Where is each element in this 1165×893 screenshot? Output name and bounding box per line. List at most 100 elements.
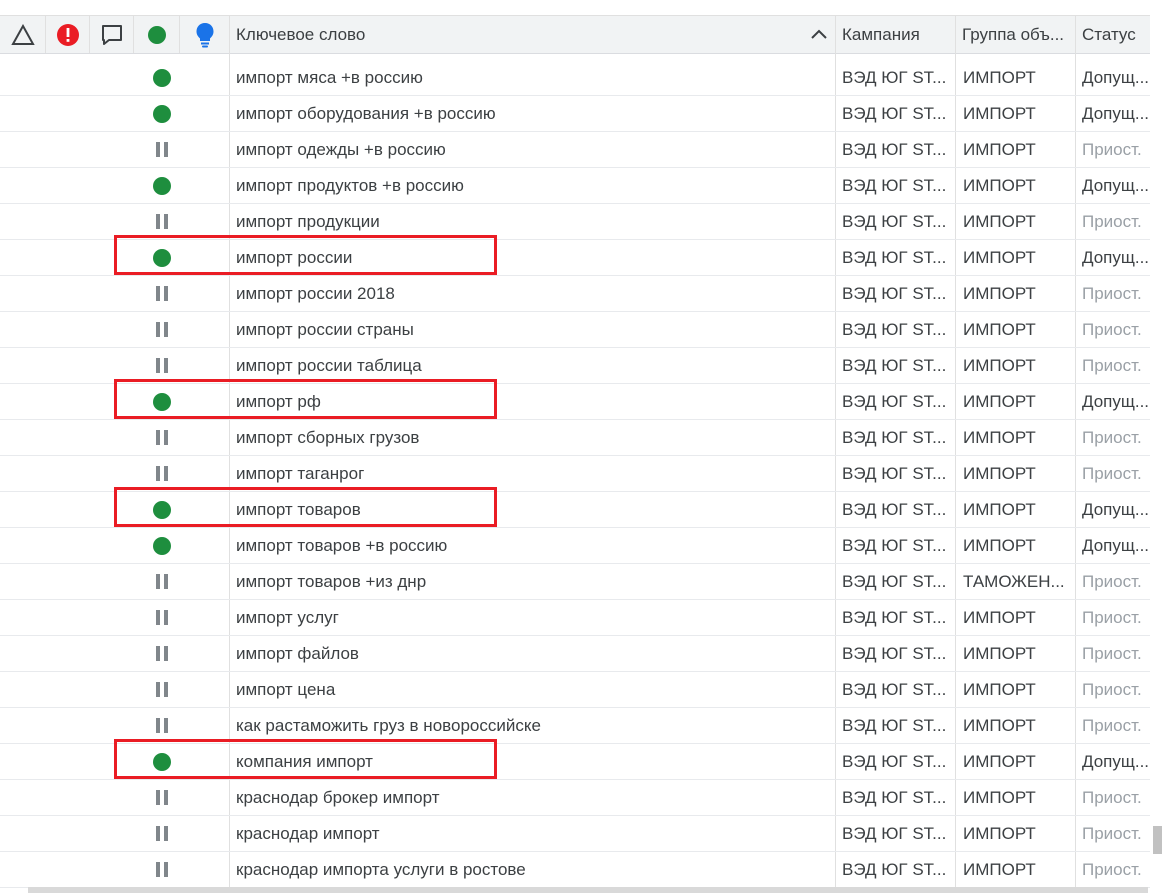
campaign-cell: ВЭД ЮГ ST... bbox=[842, 211, 947, 231]
ad-group-cell: ИМПОРТ bbox=[963, 499, 1036, 519]
chevron-up-icon[interactable] bbox=[809, 26, 829, 42]
campaign-cell: ВЭД ЮГ ST... bbox=[842, 787, 947, 807]
table-row[interactable]: импорт услуг ВЭД ЮГ ST... ИМПОРТ Приост. bbox=[0, 600, 1150, 636]
comment-icon bbox=[101, 24, 122, 45]
row-status-cell[interactable] bbox=[140, 528, 184, 563]
campaign-cell: ВЭД ЮГ ST... bbox=[842, 247, 947, 267]
row-status-cell[interactable] bbox=[140, 204, 184, 239]
idea-column-header[interactable] bbox=[180, 16, 230, 53]
ad-group-cell: ИМПОРТ bbox=[963, 283, 1036, 303]
table-row[interactable]: импорт товаров +из днр ВЭД ЮГ ST... ТАМОЖЕ… bbox=[0, 564, 1150, 600]
row-status-cell[interactable] bbox=[140, 132, 184, 167]
ad-group-header-label: Группа объ... bbox=[962, 24, 1065, 44]
campaign-cell: ВЭД ЮГ ST... bbox=[842, 751, 947, 771]
horizontal-scrollbar[interactable] bbox=[28, 887, 1148, 893]
table-row[interactable]: импорт цена ВЭД ЮГ ST... ИМПОРТ Приост. bbox=[0, 672, 1150, 708]
row-status-cell[interactable] bbox=[140, 276, 184, 311]
ad-group-cell: ИМПОРТ bbox=[963, 355, 1036, 375]
table-row[interactable]: импорт мяса +в россию ВЭД ЮГ ST... ИМПОРТ Д… bbox=[0, 60, 1150, 96]
keyword-cell: импорт россии 2018 bbox=[236, 283, 395, 303]
ad-group-cell: ИМПОРТ bbox=[963, 751, 1036, 771]
status-text-cell: Допущ... bbox=[1082, 535, 1150, 555]
row-status-cell[interactable] bbox=[140, 168, 184, 203]
ad-group-cell: ИМПОРТ bbox=[963, 823, 1036, 843]
status-text-cell: Приост. bbox=[1082, 283, 1142, 303]
row-status-cell[interactable] bbox=[140, 600, 184, 635]
keyword-column-header[interactable]: Ключевое слово bbox=[230, 16, 836, 53]
table-row[interactable]: импорт россии страны ВЭД ЮГ ST... ИМПОРТ Пр… bbox=[0, 312, 1150, 348]
warning-column-header[interactable] bbox=[0, 16, 46, 53]
campaign-cell: ВЭД ЮГ ST... bbox=[842, 175, 947, 195]
status-text-cell: Приост. bbox=[1082, 427, 1142, 447]
triangle-outline-icon bbox=[10, 23, 35, 45]
row-status-cell[interactable] bbox=[140, 636, 184, 671]
keyword-cell: как растаможить груз в новороссийске bbox=[236, 715, 541, 735]
campaign-column-header[interactable]: Кампания bbox=[836, 16, 956, 53]
keyword-cell: краснодар импорта услуги в ростове bbox=[236, 859, 526, 879]
table-row[interactable]: импорт товаров +в россию ВЭД ЮГ ST... ИМПО… bbox=[0, 528, 1150, 564]
row-status-cell[interactable] bbox=[140, 672, 184, 707]
ad-group-cell: ИМПОРТ bbox=[963, 319, 1036, 339]
ad-group-cell: ИМПОРТ bbox=[963, 103, 1036, 123]
status-header-label: Статус bbox=[1082, 24, 1136, 44]
table-row[interactable]: импорт продуктов +в россию ВЭД ЮГ ST... ИМ… bbox=[0, 168, 1150, 204]
status-text-cell: Приост. bbox=[1082, 643, 1142, 663]
ad-group-cell: ИМПОРТ bbox=[963, 679, 1036, 699]
row-status-cell[interactable] bbox=[140, 60, 184, 95]
active-dot-icon bbox=[153, 536, 171, 555]
status-text-cell: Приост. bbox=[1082, 787, 1142, 807]
table-row[interactable]: импорт оборудования +в россию ВЭД ЮГ ST..… bbox=[0, 96, 1150, 132]
error-icon bbox=[56, 23, 79, 46]
lightbulb-icon bbox=[196, 22, 213, 47]
pause-icon bbox=[156, 358, 168, 373]
ad-group-cell: ИМПОРТ bbox=[963, 139, 1036, 159]
table-row[interactable]: краснодар импорт ВЭД ЮГ ST... ИМПОРТ Приост… bbox=[0, 816, 1150, 852]
row-status-cell[interactable] bbox=[140, 96, 184, 131]
active-dot-icon bbox=[153, 176, 171, 195]
error-column-header[interactable] bbox=[46, 16, 90, 53]
campaign-cell: ВЭД ЮГ ST... bbox=[842, 139, 947, 159]
status-column-header[interactable] bbox=[134, 16, 180, 53]
ad-group-column-header[interactable]: Группа объ... bbox=[956, 16, 1076, 53]
table-row[interactable]: краснодар импорта услуги в ростове ВЭД ЮГ… bbox=[0, 852, 1150, 888]
row-status-cell[interactable] bbox=[140, 708, 184, 743]
status-text-cell: Приост. bbox=[1082, 355, 1142, 375]
vertical-scrollbar[interactable] bbox=[1150, 15, 1165, 893]
table-row[interactable]: импорт сборных грузов ВЭД ЮГ ST... ИМПОРТ П… bbox=[0, 420, 1150, 456]
pause-icon bbox=[156, 682, 168, 697]
vertical-scrollbar-thumb[interactable] bbox=[1153, 826, 1162, 854]
status-text-column-header[interactable]: Статус bbox=[1076, 16, 1150, 53]
row-status-cell[interactable] bbox=[140, 312, 184, 347]
table-header: Ключевое слово Кампания Группа объ... Ст… bbox=[0, 16, 1150, 54]
row-status-cell[interactable] bbox=[140, 456, 184, 491]
table-row[interactable]: импорт файлов ВЭД ЮГ ST... ИМПОРТ Приост. bbox=[0, 636, 1150, 672]
comment-column-header[interactable] bbox=[90, 16, 134, 53]
row-status-cell[interactable] bbox=[140, 852, 184, 887]
campaign-cell: ВЭД ЮГ ST... bbox=[842, 571, 947, 591]
ad-group-cell: ИМПОРТ bbox=[963, 787, 1036, 807]
keyword-cell: импорт цена bbox=[236, 679, 336, 699]
status-text-cell: Приост. bbox=[1082, 319, 1142, 339]
campaign-cell: ВЭД ЮГ ST... bbox=[842, 67, 947, 87]
table-row[interactable]: импорт одежды +в россию ВЭД ЮГ ST... ИМПОР… bbox=[0, 132, 1150, 168]
campaign-cell: ВЭД ЮГ ST... bbox=[842, 607, 947, 627]
pause-icon bbox=[156, 286, 168, 301]
campaign-cell: ВЭД ЮГ ST... bbox=[842, 859, 947, 879]
row-status-cell[interactable] bbox=[140, 780, 184, 815]
row-status-cell[interactable] bbox=[140, 348, 184, 383]
table-row[interactable]: импорт россии 2018 ВЭД ЮГ ST... ИМПОРТ Прио… bbox=[0, 276, 1150, 312]
row-status-cell[interactable] bbox=[140, 420, 184, 455]
table-row[interactable]: краснодар брокер импорт ВЭД ЮГ ST... ИМПОР… bbox=[0, 780, 1150, 816]
status-text-cell: Приост. bbox=[1082, 823, 1142, 843]
keyword-cell: импорт файлов bbox=[236, 643, 359, 663]
status-text-cell: Допущ... bbox=[1082, 103, 1150, 123]
pause-icon bbox=[156, 646, 168, 661]
ad-group-cell: ИМПОРТ bbox=[963, 463, 1036, 483]
ad-group-cell: ИМПОРТ bbox=[963, 391, 1036, 411]
keyword-cell: импорт одежды +в россию bbox=[236, 139, 446, 159]
status-text-cell: Приост. bbox=[1082, 859, 1142, 879]
keyword-cell: краснодар импорт bbox=[236, 823, 380, 843]
row-status-cell[interactable] bbox=[140, 816, 184, 851]
row-status-cell[interactable] bbox=[140, 564, 184, 599]
status-text-cell: Приост. bbox=[1082, 463, 1142, 483]
